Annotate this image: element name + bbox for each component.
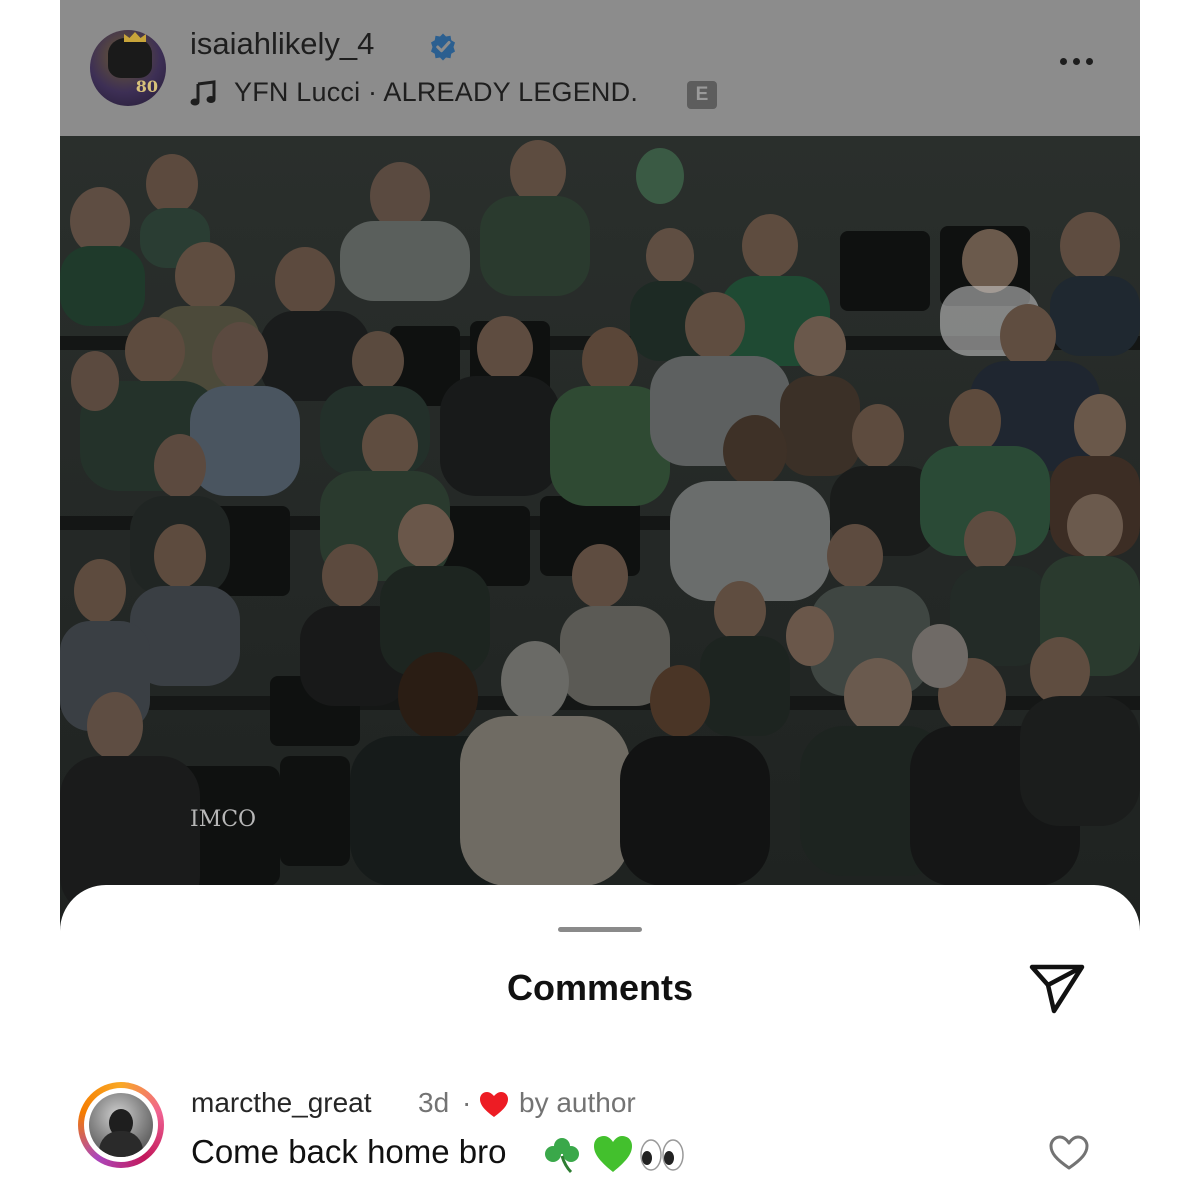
music-note-icon — [190, 80, 216, 106]
comment-username[interactable]: marcthe_great — [191, 1087, 372, 1119]
avatar-helmet — [108, 38, 152, 78]
photo-signage-text: IMCO — [190, 807, 256, 832]
green-heart-emoji — [594, 1136, 632, 1172]
comment-separator: · — [462, 1087, 472, 1118]
more-options-icon[interactable] — [1060, 52, 1106, 82]
avatar-body — [99, 1131, 143, 1157]
post-username[interactable]: isaiahlikely_4 — [190, 26, 374, 62]
post-music-track[interactable]: YFN Lucci · ALREADY LEGEND. — [234, 77, 638, 108]
eyes-emoji — [640, 1139, 684, 1171]
comment-time: 3d — [418, 1087, 450, 1118]
send-icon[interactable] — [1028, 963, 1086, 1015]
comments-title: Comments — [506, 967, 694, 1008]
avatar-jersey-number: 80 — [135, 77, 158, 96]
post-header: 80 isaiahlikely_4 YFN Lucci · ALREADY LE… — [60, 0, 1140, 136]
post-author-avatar[interactable]: 80 — [90, 30, 166, 106]
avatar[interactable] — [89, 1093, 153, 1157]
red-heart-icon — [480, 1092, 508, 1117]
shamrock-emoji — [545, 1138, 579, 1174]
verified-badge-icon — [431, 33, 455, 61]
sheet-drag-handle[interactable] — [558, 927, 642, 932]
by-author-label: by author — [519, 1087, 636, 1118]
comment-text: Come back home bro — [191, 1133, 507, 1170]
explicit-badge: E — [687, 81, 717, 109]
avatar-crown — [124, 32, 146, 42]
heart-outline-icon[interactable] — [1048, 1134, 1090, 1172]
